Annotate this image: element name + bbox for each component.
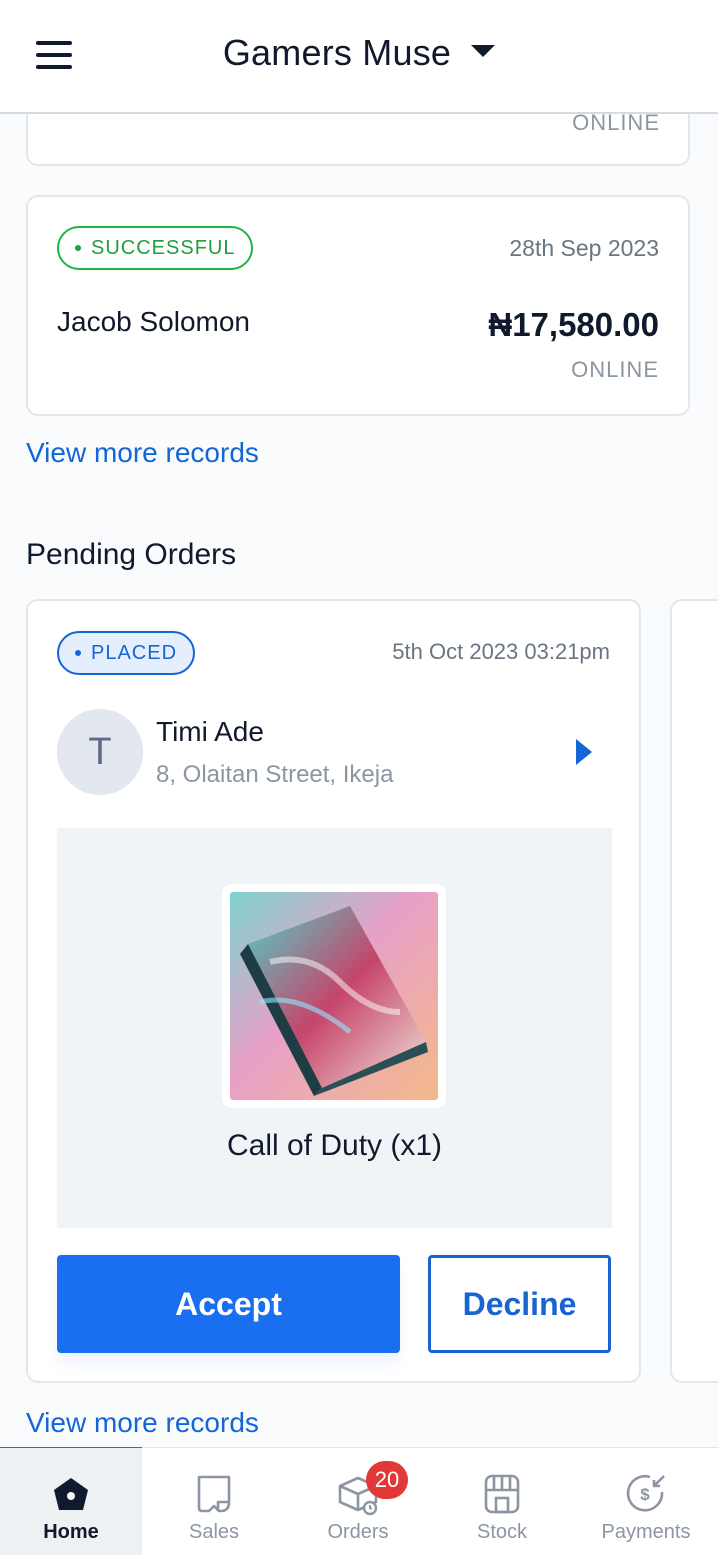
status-badge: PLACED [57, 631, 196, 675]
store-name: Gamers Muse [222, 32, 452, 73]
nav-item-orders[interactable]: Orders [286, 1448, 430, 1555]
next-order-card-peek[interactable] [670, 599, 718, 1383]
svg-text:$: $ [640, 1485, 650, 1504]
nav-item-sales[interactable]: Sales [142, 1448, 286, 1555]
nav-item-home[interactable]: Home [0, 1448, 142, 1555]
receipt-icon [197, 1475, 231, 1513]
accept-button[interactable]: Accept [57, 1255, 400, 1353]
status-badge-label: SUCCESSFUL [91, 236, 236, 259]
status-dot-icon [75, 650, 81, 656]
app-header: Gamers Muse [0, 0, 718, 114]
order-date: 5th Oct 2023 03:21pm [392, 639, 610, 664]
orders-count-badge: 20 [366, 1461, 408, 1499]
sale-channel: ONLINE [571, 357, 659, 382]
store-switcher[interactable]: Gamers Muse [0, 32, 718, 74]
sale-amount: ₦17,580.00 [488, 306, 659, 343]
caret-down-icon [471, 45, 496, 58]
nav-item-stock[interactable]: Stock [430, 1448, 574, 1555]
sale-date: 28th Sep 2023 [509, 235, 659, 261]
view-more-orders-link[interactable]: View more records [26, 1407, 259, 1439]
status-dot-icon [75, 245, 81, 251]
customer-address: 8, Olaitan Street, Ikeja [156, 761, 394, 788]
nav-label: Payments [601, 1521, 691, 1543]
sale-card[interactable]: SUCCESSFUL 28th Sep 2023 Jacob Solomon ₦… [26, 195, 690, 416]
nav-label: Home [43, 1521, 99, 1543]
order-item-name: Call of Duty (x1) [226, 1129, 443, 1162]
home-icon [54, 1478, 88, 1510]
view-more-sales-link[interactable]: View more records [26, 437, 259, 469]
bottom-nav: Home Sales Orders Stock $ Payments [0, 1447, 718, 1555]
sale-customer-name: Jacob Solomon [57, 306, 251, 337]
payment-icon: $ [626, 1475, 665, 1512]
customer-name: Timi Ade [156, 716, 264, 747]
nav-label: Sales [188, 1521, 240, 1543]
nav-item-payments[interactable]: $ Payments [574, 1448, 718, 1555]
pending-order-card: PLACED 5th Oct 2023 03:21pm T Timi Ade 8… [26, 599, 641, 1383]
product-image [222, 884, 446, 1108]
avatar-initial: T [88, 730, 112, 773]
nav-label: Orders [327, 1521, 389, 1543]
decline-button[interactable]: Decline [428, 1255, 611, 1353]
game-case-image [230, 892, 438, 1100]
nav-label: Stock [476, 1521, 528, 1543]
status-badge: SUCCESSFUL [57, 226, 254, 270]
section-title-pending-orders: Pending Orders [26, 538, 237, 571]
status-badge-label: PLACED [91, 641, 178, 664]
store-icon [484, 1474, 520, 1514]
chevron-right-icon[interactable] [576, 739, 592, 765]
order-item-panel: Call of Duty (x1) [57, 828, 612, 1228]
avatar: T [57, 709, 143, 795]
